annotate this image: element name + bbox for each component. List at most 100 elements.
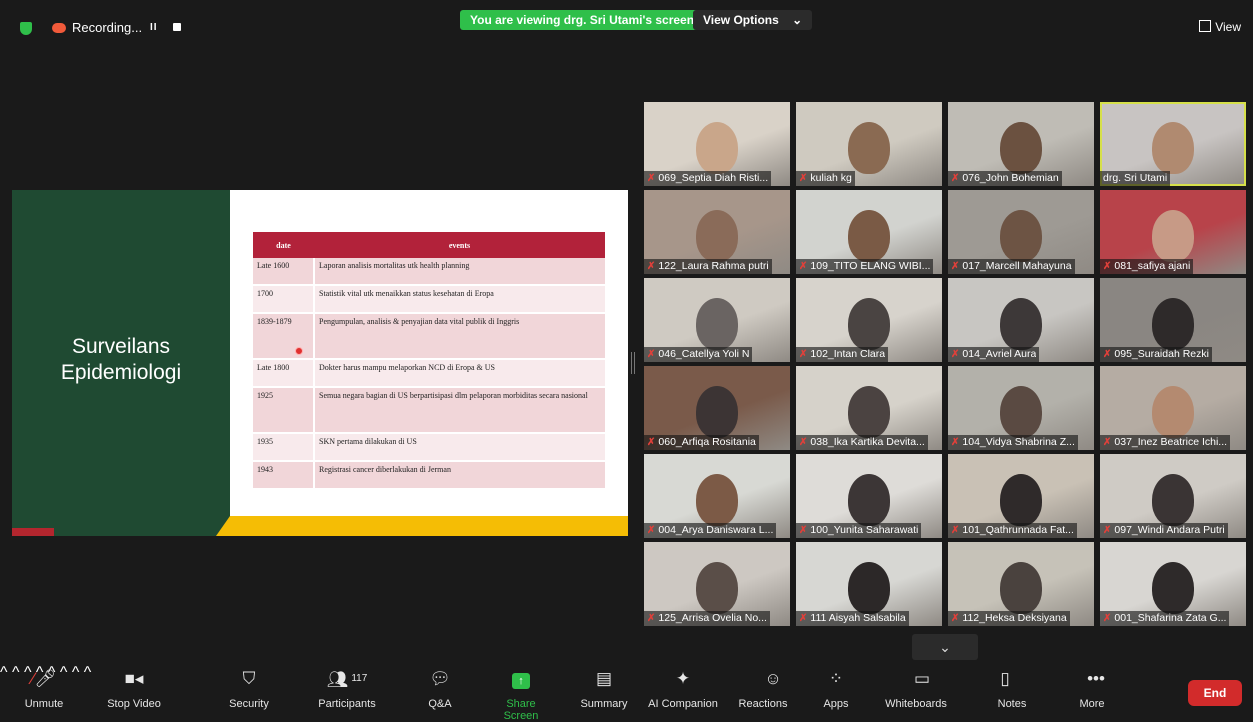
- muted-microphone-icon: ✗: [647, 172, 656, 184]
- participant-video-tile[interactable]: ✗ 060_Arfiqa Rositania: [644, 366, 790, 450]
- events-column-header: events: [314, 232, 605, 258]
- notes-button[interactable]: ▯ Notes: [992, 668, 1032, 710]
- security-shield-icon[interactable]: [20, 22, 32, 35]
- whiteboard-icon: ▭: [913, 669, 931, 688]
- participant-video-tile[interactable]: ✗ 100_Yunita Saharawati: [796, 454, 942, 538]
- participant-video-tile[interactable]: ✗ 001_Shafarina Zata G...: [1100, 542, 1246, 626]
- view-layout-button[interactable]: View: [1199, 20, 1241, 34]
- view-options-button[interactable]: View Options ⌄: [693, 10, 813, 30]
- screen-share-banner: You are viewing drg. Sri Utami's screen: [460, 10, 705, 30]
- laser-pointer-dot: [295, 347, 303, 355]
- participant-video-tile[interactable]: ✗ 017_Marcell Mahayuna: [948, 190, 1094, 274]
- row-event: Dokter harus mampu melaporkan NCD di Ero…: [314, 359, 605, 388]
- muted-microphone-icon: ⁄🎤︎: [31, 669, 57, 688]
- participant-video-tile[interactable]: ✗ 104_Vidya Shabrina Z...: [948, 366, 1094, 450]
- participant-video-tile[interactable]: ✗ 122_Laura Rahma putri: [644, 190, 790, 274]
- row-event: Semua negara bagian di US berpartisipasi…: [314, 387, 605, 434]
- participant-name: kuliah kg: [810, 172, 852, 184]
- participant-name-label: ✗ 060_Arfiqa Rositania: [644, 435, 759, 450]
- muted-microphone-icon: ✗: [1103, 260, 1112, 272]
- participant-video-tile[interactable]: ✗ 095_Suraidah Rezki: [1100, 278, 1246, 362]
- reactions-button[interactable]: ☺ Reactions: [736, 668, 790, 710]
- participant-video-face: [848, 474, 890, 526]
- stop-video-button[interactable]: ■◂ Stop Video: [104, 668, 164, 710]
- participant-name-label: ✗ 104_Vidya Shabrina Z...: [948, 435, 1078, 450]
- participant-video-tile[interactable]: ✗ 125_Arrisa Ovelia No...: [644, 542, 790, 626]
- participant-video-tile[interactable]: ✗ 069_Septia Diah Risti...: [644, 102, 790, 186]
- slide-yellow-band: [216, 516, 628, 536]
- participant-video-tile[interactable]: ✗ 037_Inez Beatrice Ichi...: [1100, 366, 1246, 450]
- muted-microphone-icon: ✗: [799, 524, 808, 536]
- end-meeting-button[interactable]: End: [1188, 680, 1242, 706]
- ai-companion-button[interactable]: ✦ AI Companion: [646, 668, 720, 710]
- chevron-up-icon[interactable]: ^: [84, 664, 92, 681]
- summary-button[interactable]: ▤ Summary: [578, 668, 630, 710]
- participant-name: 104_Vidya Shabrina Z...: [962, 436, 1075, 448]
- participants-button[interactable]: 👥︎ 117 Participants: [312, 668, 382, 710]
- recording-indicator[interactable]: Recording...: [52, 20, 142, 35]
- participant-video-tile[interactable]: ✗ 038_Ika Kartika Devita...: [796, 366, 942, 450]
- participant-video-tile[interactable]: ✗ 046_Catellya Yoli N: [644, 278, 790, 362]
- chevron-up-icon[interactable]: ^: [72, 664, 80, 681]
- whiteboards-label: Whiteboards: [885, 698, 947, 710]
- security-button[interactable]: ⛉ Security: [224, 668, 274, 710]
- meeting-top-bar: Recording... II You are viewing drg. Sri…: [0, 0, 1253, 52]
- recording-label: Recording...: [72, 20, 143, 35]
- participant-video-tile[interactable]: ✗ 081_safiya ajani: [1100, 190, 1246, 274]
- pause-recording-icon[interactable]: II: [150, 22, 158, 33]
- muted-microphone-icon: ✗: [951, 172, 960, 184]
- chevron-up-icon[interactable]: ^: [12, 664, 20, 681]
- participant-video-tile[interactable]: ✗ 101_Qathrunnada Fat...: [948, 454, 1094, 538]
- participant-name: 001_Shafarina Zata G...: [1114, 612, 1227, 624]
- row-date: 1935: [253, 433, 315, 462]
- participant-video-tile[interactable]: ✗ 097_Windi Andara Putri: [1100, 454, 1246, 538]
- muted-microphone-icon: ✗: [647, 436, 656, 448]
- participant-name: 076_John Bohemian: [962, 172, 1059, 184]
- slide-title-panel: Surveilans Epidemiologi: [12, 190, 230, 536]
- participant-name-label: ✗ 004_Arya Daniswara L...: [644, 523, 777, 538]
- more-button[interactable]: ••• More: [1070, 668, 1114, 710]
- participant-name-label: ✗ 076_John Bohemian: [948, 171, 1062, 186]
- chevron-up-icon[interactable]: ^: [0, 664, 8, 681]
- participant-video-tile[interactable]: ✗ 004_Arya Daniswara L...: [644, 454, 790, 538]
- participant-video-face: [696, 298, 738, 350]
- participants-icon: 👥︎ 117: [326, 670, 368, 689]
- gallery-scroll-down-button[interactable]: ⌄: [912, 634, 978, 660]
- participant-video-tile[interactable]: ✗ 076_John Bohemian: [948, 102, 1094, 186]
- participant-name-label: ✗ 017_Marcell Mahayuna: [948, 259, 1075, 274]
- participant-video-tile[interactable]: ✗ 109_TITO ELANG WIBI...: [796, 190, 942, 274]
- participant-video-tile[interactable]: drg. Sri Utami: [1100, 102, 1246, 186]
- participant-video-tile[interactable]: ✗ 112_Heksa Deksiyana: [948, 542, 1094, 626]
- table-row: 1700 Statistik vital utk menaikkan status…: [253, 285, 605, 314]
- table-row: 1839-1879 Pengumpulan, analisis & penyaji…: [253, 313, 605, 360]
- table-row: 1943 Registrasi cancer diberlakukan di Je…: [253, 461, 605, 490]
- slide-title-line-2: Epidemiologi: [60, 361, 182, 384]
- whiteboards-button[interactable]: ▭ Whiteboards: [884, 668, 948, 710]
- share-screen-label: Share Screen: [503, 698, 539, 722]
- summary-label: Summary: [580, 698, 628, 710]
- row-date: 1943: [253, 461, 315, 490]
- participant-video-face: [1000, 562, 1042, 614]
- muted-microphone-icon: ✗: [951, 260, 960, 272]
- stop-recording-icon[interactable]: [173, 23, 181, 31]
- participant-video-tile[interactable]: ✗ kuliah kg: [796, 102, 942, 186]
- participant-video-tile[interactable]: ✗ 014_Avriel Aura: [948, 278, 1094, 362]
- shared-screen-slide: Surveilans Epidemiologi date events Late…: [12, 190, 628, 536]
- participant-video-tile[interactable]: ✗ 111 Aisyah Salsabila: [796, 542, 942, 626]
- panel-resize-handle[interactable]: [631, 352, 635, 374]
- row-date: Late 1600: [253, 258, 315, 286]
- share-screen-button[interactable]: ↑ Share Screen: [488, 668, 554, 722]
- participant-name: 037_Inez Beatrice Ichi...: [1114, 436, 1228, 448]
- apps-grid-icon: ⁘: [828, 669, 844, 688]
- muted-microphone-icon: ✗: [951, 524, 960, 536]
- apps-button[interactable]: ⁘ Apps: [818, 668, 854, 710]
- view-options-label: View Options: [703, 13, 779, 27]
- unmute-button[interactable]: ⁄🎤︎ Unmute: [22, 668, 66, 710]
- participant-name: 100_Yunita Saharawati: [810, 524, 919, 536]
- participant-video-face: [1152, 298, 1194, 350]
- participant-name-label: ✗ 122_Laura Rahma putri: [644, 259, 772, 274]
- qa-button[interactable]: 💬︎ Q&A: [422, 668, 458, 710]
- participant-video-tile[interactable]: ✗ 102_Intan Clara: [796, 278, 942, 362]
- participant-name: 095_Suraidah Rezki: [1114, 348, 1209, 360]
- muted-microphone-icon: ✗: [951, 348, 960, 360]
